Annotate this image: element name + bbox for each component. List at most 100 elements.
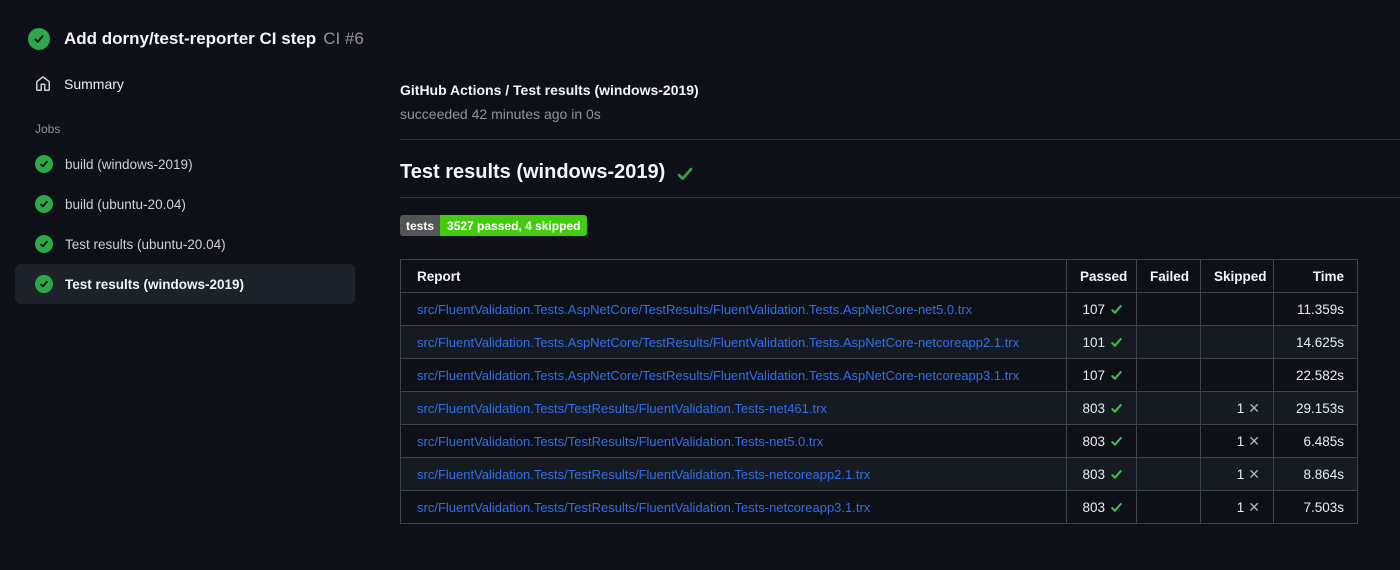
section-title: Test results (windows-2019)	[400, 161, 666, 183]
cell-failed	[1136, 292, 1201, 326]
divider	[400, 139, 1400, 140]
table-row: src/FluentValidation.Tests/TestResults/F…	[400, 391, 1358, 425]
skipped-count: 1	[1236, 499, 1245, 515]
job-label: Test results (ubuntu-20.04)	[65, 236, 226, 252]
cell-time: 7.503s	[1273, 490, 1358, 524]
passed-count: 803	[1082, 499, 1105, 515]
skipped-cross-icon: ✕	[1248, 432, 1260, 449]
report-table-body: src/FluentValidation.Tests.AspNetCore/Te…	[400, 292, 1358, 524]
cell-report: src/FluentValidation.Tests/TestResults/F…	[400, 391, 1067, 425]
cell-failed	[1136, 457, 1201, 491]
passed-count: 803	[1082, 400, 1105, 416]
skipped-cross-icon: ✕	[1248, 399, 1260, 416]
report-link[interactable]: src/FluentValidation.Tests/TestResults/F…	[417, 500, 870, 515]
report-link[interactable]: src/FluentValidation.Tests.AspNetCore/Te…	[417, 335, 1019, 350]
column-header-failed: Failed	[1136, 259, 1201, 293]
passed-check-icon	[1111, 403, 1122, 413]
run-header: Add dorny/test-reporter CI step CI #6	[0, 0, 1400, 50]
job-label: Test results (windows-2019)	[65, 276, 245, 292]
cell-report: src/FluentValidation.Tests/TestResults/F…	[400, 490, 1067, 524]
report-link[interactable]: src/FluentValidation.Tests.AspNetCore/Te…	[417, 302, 972, 317]
success-check-circle-icon	[28, 28, 50, 50]
passed-check-icon	[1111, 337, 1122, 347]
cell-passed: 803	[1066, 424, 1137, 458]
passed-check-icon	[1111, 436, 1122, 446]
job-label: build (ubuntu-20.04)	[65, 196, 186, 212]
run-title: Add dorny/test-reporter CI step	[64, 29, 317, 48]
report-link[interactable]: src/FluentValidation.Tests/TestResults/F…	[417, 434, 823, 449]
column-header-time: Time	[1273, 259, 1358, 293]
cell-report: src/FluentValidation.Tests/TestResults/F…	[400, 457, 1067, 491]
check-run-title: GitHub Actions / Test results (windows-2…	[400, 82, 699, 98]
skipped-count: 1	[1236, 433, 1245, 449]
success-check-circle-icon	[35, 155, 53, 173]
cell-time: 6.485s	[1273, 424, 1358, 458]
divider	[400, 197, 1400, 198]
passed-count: 101	[1082, 334, 1105, 350]
table-row: src/FluentValidation.Tests/TestResults/F…	[400, 457, 1358, 491]
skipped-count: 1	[1236, 466, 1245, 482]
passed-count: 803	[1082, 433, 1105, 449]
report-table: Report Passed Failed Skipped Time src/Fl…	[400, 259, 1358, 524]
jobs-list: build (windows-2019) build (ubuntu-20.04)…	[0, 144, 400, 304]
cell-failed	[1136, 325, 1201, 359]
sidebar-item-job-3[interactable]: Test results (windows-2019)	[15, 264, 355, 304]
column-header-passed: Passed	[1066, 259, 1137, 293]
cell-failed	[1136, 424, 1201, 458]
cell-time: 8.864s	[1273, 457, 1358, 491]
skipped-cross-icon: ✕	[1248, 498, 1260, 515]
run-number: CI #6	[323, 29, 364, 48]
table-row: src/FluentValidation.Tests.AspNetCore/Te…	[400, 358, 1358, 392]
table-row: src/FluentValidation.Tests/TestResults/F…	[400, 424, 1358, 458]
cell-report: src/FluentValidation.Tests.AspNetCore/Te…	[400, 358, 1067, 392]
cell-failed	[1136, 358, 1201, 392]
success-check-circle-icon	[35, 235, 53, 253]
cell-passed: 101	[1066, 325, 1137, 359]
passed-count: 803	[1082, 466, 1105, 482]
sidebar-item-job-0[interactable]: build (windows-2019)	[15, 144, 355, 184]
cell-failed	[1136, 391, 1201, 425]
passed-count: 107	[1082, 367, 1105, 383]
cell-skipped	[1200, 358, 1274, 392]
column-header-report: Report	[400, 259, 1067, 293]
table-row: src/FluentValidation.Tests.AspNetCore/Te…	[400, 292, 1358, 326]
sidebar-item-summary[interactable]: Summary	[35, 76, 124, 92]
home-icon	[36, 76, 50, 91]
cell-skipped: 1 ✕	[1200, 490, 1274, 524]
cell-passed: 803	[1066, 391, 1137, 425]
cell-time: 14.625s	[1273, 325, 1358, 359]
cell-skipped: 1 ✕	[1200, 424, 1274, 458]
cell-skipped	[1200, 292, 1274, 326]
cell-report: src/FluentValidation.Tests.AspNetCore/Te…	[400, 292, 1067, 326]
passed-check-icon	[1111, 469, 1122, 479]
report-link[interactable]: src/FluentValidation.Tests.AspNetCore/Te…	[417, 368, 1019, 383]
cell-time: 11.359s	[1273, 292, 1358, 326]
badge-label: tests	[400, 215, 441, 236]
cell-time: 22.582s	[1273, 358, 1358, 392]
badge-value: 3527 passed, 4 skipped	[440, 215, 588, 236]
skipped-count: 1	[1236, 400, 1245, 416]
success-check-circle-icon	[35, 195, 53, 213]
job-label: build (windows-2019)	[65, 156, 193, 172]
cell-passed: 107	[1066, 358, 1137, 392]
table-header-row: Report Passed Failed Skipped Time	[400, 259, 1358, 293]
main-content: GitHub Actions / Test results (windows-2…	[400, 50, 1400, 524]
cell-passed: 803	[1066, 457, 1137, 491]
cell-report: src/FluentValidation.Tests/TestResults/F…	[400, 424, 1067, 458]
table-row: src/FluentValidation.Tests.AspNetCore/Te…	[400, 325, 1358, 359]
sidebar-item-job-1[interactable]: build (ubuntu-20.04)	[15, 184, 355, 224]
success-check-circle-icon	[35, 275, 53, 293]
sidebar-item-job-2[interactable]: Test results (ubuntu-20.04)	[15, 224, 355, 264]
skipped-cross-icon: ✕	[1248, 465, 1260, 482]
report-link[interactable]: src/FluentValidation.Tests/TestResults/F…	[417, 401, 827, 416]
passed-check-icon	[1111, 304, 1122, 314]
cell-passed: 107	[1066, 292, 1137, 326]
passed-check-icon	[1111, 370, 1122, 380]
summary-label: Summary	[64, 76, 124, 92]
cell-failed	[1136, 490, 1201, 524]
sidebar: Summary Jobs build (windows-2019) build (…	[0, 50, 400, 304]
column-header-skipped: Skipped	[1200, 259, 1274, 293]
cell-passed: 803	[1066, 490, 1137, 524]
cell-report: src/FluentValidation.Tests.AspNetCore/Te…	[400, 325, 1067, 359]
report-link[interactable]: src/FluentValidation.Tests/TestResults/F…	[417, 467, 870, 482]
